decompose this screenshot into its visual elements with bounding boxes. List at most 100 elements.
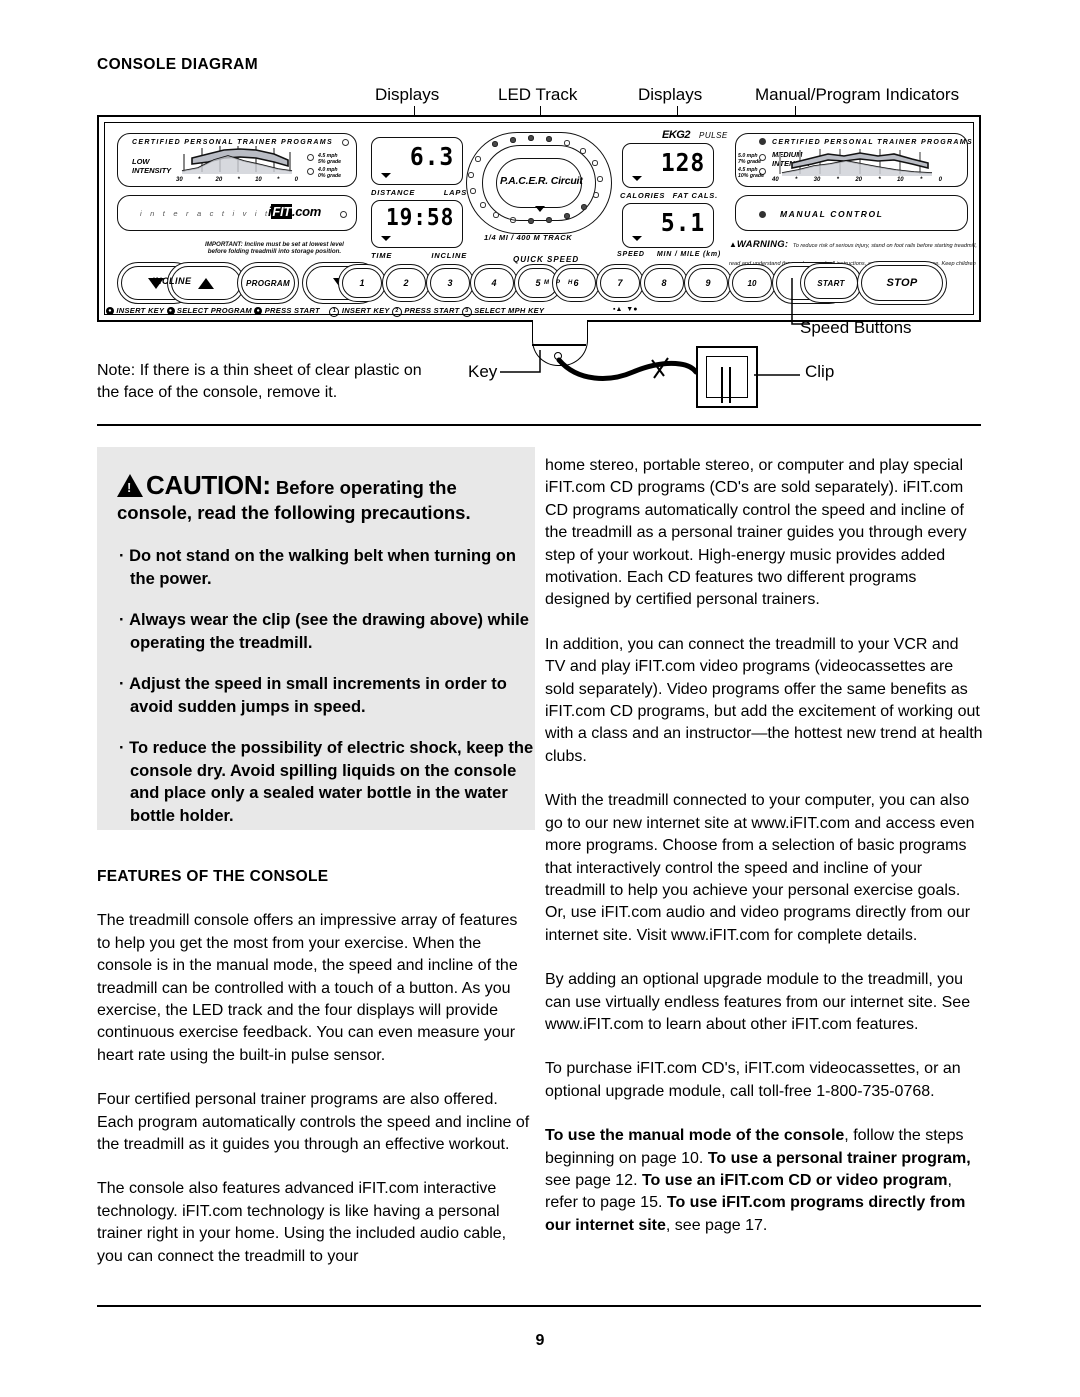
stop-button-inner[interactable]: STOP — [861, 265, 943, 301]
display-time-incline: 19:58 — [371, 200, 463, 248]
track-led — [593, 192, 599, 198]
quick-speed-button-4-inner[interactable]: 4 — [474, 268, 514, 298]
program-button[interactable]: PROGRAM — [237, 262, 299, 304]
right-paragraph-final: To use the manual mode of the console, f… — [545, 1125, 983, 1237]
final-text-2: see page 12. — [545, 1171, 642, 1189]
track-led — [546, 217, 552, 223]
quick-speed-button-9-inner[interactable]: 9 — [688, 268, 728, 298]
axis-tick: 0 — [938, 177, 942, 183]
quick-speed-button-2-inner[interactable]: 2 — [386, 268, 426, 298]
program-button-inner[interactable]: PROGRAM — [241, 266, 295, 300]
speed-tag: 4.5 mph 5% grade — [318, 153, 342, 165]
callout-displays-right: Displays — [638, 85, 703, 104]
quick-speed-button-3-inner[interactable]: 3 — [430, 268, 470, 298]
axis-tick: * — [277, 177, 280, 183]
quick-speed-button-7-inner[interactable]: 7 — [600, 268, 640, 298]
axis-tick: 30 — [813, 177, 821, 183]
track-led — [564, 213, 570, 219]
quick-speed-button-8-inner[interactable]: 8 — [644, 268, 684, 298]
axis-tick: * — [878, 177, 881, 183]
ifit-logo-fit: FIT — [271, 204, 292, 219]
axis-tick: * — [197, 177, 201, 183]
display-label-left: TIME — [371, 251, 393, 260]
program-panel-left: CERTIFIED PERSONAL TRAINER PROGRAMS LOW … — [117, 133, 357, 187]
final-bold-1: To use the manual mode of the console — [545, 1127, 845, 1145]
manual-indicator-dot — [759, 211, 766, 218]
triangle-up-icon — [198, 277, 214, 289]
display-distance-laps-labels: DISTANCE LAPS — [371, 188, 467, 197]
legend-step-1: INSERT KEY — [116, 306, 165, 315]
quick-speed-button-3[interactable]: 3 — [426, 264, 474, 302]
quick-speed-button-1[interactable]: 1 — [338, 264, 386, 302]
display-label-left: DISTANCE — [371, 188, 416, 197]
plastic-note: Note: If there is a thin sheet of clear … — [97, 362, 422, 401]
quick-speed-button-7[interactable]: 7 — [596, 264, 644, 302]
quick-speed-button-10-inner[interactable]: 10 — [732, 268, 772, 298]
stop-button[interactable]: STOP — [857, 261, 947, 305]
warning-triangle-icon — [117, 474, 143, 497]
mph-letter-m: M — [544, 280, 549, 286]
features-paragraph-1: The treadmill console offers an impressi… — [97, 912, 518, 1064]
manual-page: CONSOLE DIAGRAM Displays LED Track Displ… — [0, 0, 1080, 1397]
caution-bullet-3-text: Adjust the speed in small increments in … — [129, 675, 507, 716]
quick-speed-label-10: 10 — [747, 278, 757, 288]
track-led — [546, 136, 552, 142]
caution-word: CAUTION: — [146, 470, 271, 500]
legend-step-2: SELECT PROGRAM — [176, 306, 252, 315]
right-paragraph-4: By adding an optional upgrade module to … — [545, 971, 971, 1033]
interactivity-panel: i n t e r a c t i v i t y iFIT.com — [117, 195, 357, 231]
axis-tick: * — [919, 177, 923, 183]
quick-speed-label-9: 9 — [705, 278, 711, 288]
quick-speed-button-8[interactable]: 8 — [640, 264, 688, 302]
final-bold-3: To use an iFIT.com CD or video program — [641, 1171, 948, 1189]
display-speed-labels: SPEED MIN / MILE (km) — [617, 251, 721, 258]
quick-speed-button-6-inner[interactable]: 6 — [556, 268, 596, 298]
quick-speed-label-3: 3 — [447, 278, 453, 288]
pacer-circuit-logo: P.A.C.E.R. Circuit — [500, 175, 583, 187]
start-button-label: START — [817, 278, 845, 288]
display-value: 128 — [660, 148, 705, 177]
important-note: IMPORTANT: Incline must be set at lowest… — [205, 241, 344, 256]
start-button-inner[interactable]: START — [804, 267, 858, 299]
features-paragraph-3: The console also features advanced iFIT.… — [97, 1180, 507, 1265]
legend-step-dot-2: ● — [166, 307, 175, 315]
manual-control-label: MANUAL CONTROL — [780, 209, 884, 219]
ifit-logo-com: .com — [291, 204, 322, 219]
legend-alt-3: SELECT MPH KEY — [474, 306, 545, 315]
warning-word: WARNING: — [736, 239, 789, 250]
program-panel-left-intensity: LOW INTENSITY — [132, 157, 172, 175]
quick-speed-section-label: QUICK SPEED — [513, 255, 580, 264]
track-led — [493, 212, 499, 218]
track-led — [528, 218, 534, 224]
legend-alt-num-3: 3 — [461, 307, 472, 317]
display-value: 5.1 — [660, 208, 705, 237]
display-calories-fatcals: 128 — [622, 143, 714, 188]
mph-letter-p: P — [556, 280, 561, 286]
axis-tick: 10 — [255, 177, 262, 183]
track-led — [510, 217, 516, 223]
legend-step-dot-1: ● — [106, 307, 114, 315]
caution-bullet-4: · To reduce the possibility of electric … — [119, 739, 534, 825]
axis-tick: * — [795, 177, 798, 183]
callout-key: Key — [468, 362, 498, 381]
quick-speed-button-10[interactable]: 10 — [728, 264, 776, 302]
speed-indicator-dot — [307, 168, 314, 175]
quick-speed-button-4[interactable]: 4 — [470, 264, 518, 302]
left-column: FEATURES OF THE CONSOLE The treadmill co… — [97, 866, 535, 1290]
page-title: CONSOLE DIAGRAM — [97, 56, 258, 73]
pulse-label: PULSE — [699, 131, 728, 140]
mph-letter-h: H — [568, 280, 573, 286]
quick-speed-button-9[interactable]: 9 — [684, 264, 732, 302]
caution-bullet-1-text: Do not stand on the walking belt when tu… — [129, 547, 516, 588]
display-indicator-triangle — [381, 236, 391, 241]
quick-speed-button-2[interactable]: 2 — [382, 264, 430, 302]
features-paragraph-2: Four certified personal trainer programs… — [97, 1091, 530, 1154]
quick-speed-button-1-inner[interactable]: 1 — [342, 268, 382, 298]
legend-alt-num-2: 2 — [391, 307, 402, 317]
display-label-left: CALORIES — [620, 191, 666, 200]
quick-speed-label-2: 2 — [403, 278, 409, 288]
quick-speed-label-1: 1 — [359, 278, 365, 288]
axis-tick: 20 — [855, 177, 862, 183]
track-led — [564, 140, 570, 146]
interactivity-label: i n t e r a c t i v i t y — [140, 209, 283, 218]
